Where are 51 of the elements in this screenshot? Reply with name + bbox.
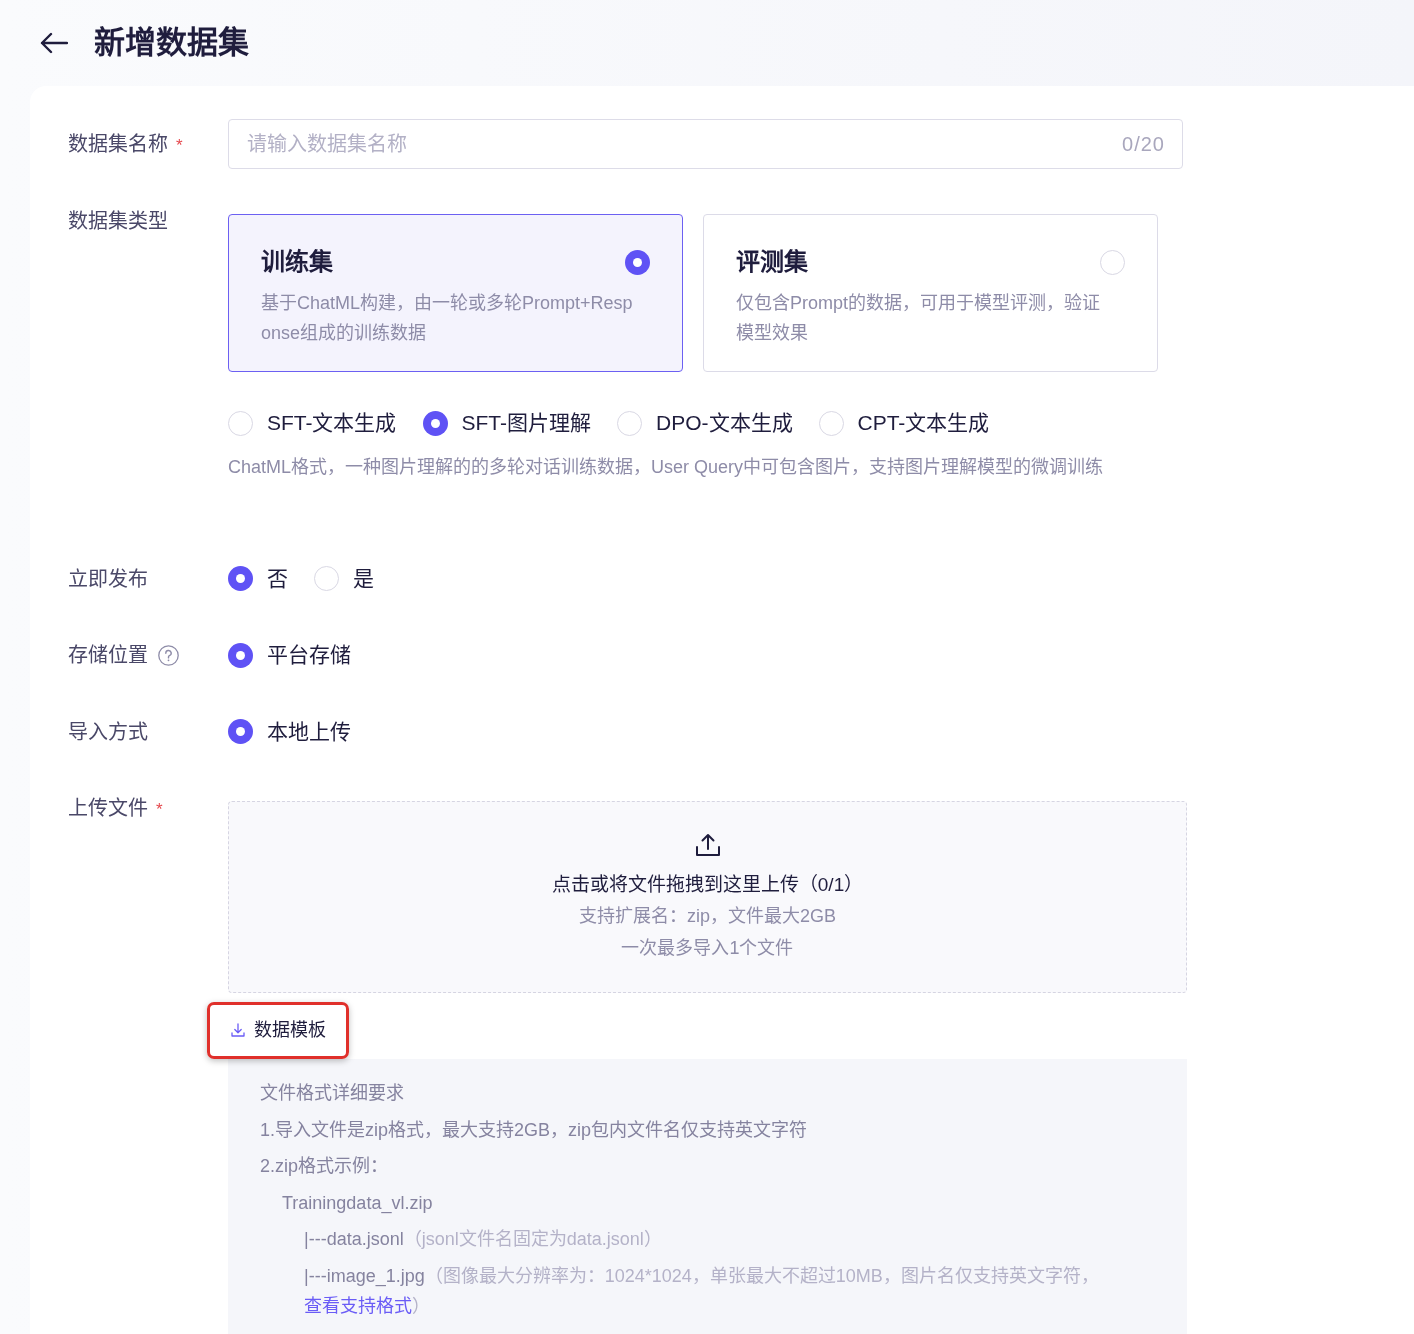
field-label: 导入方式 bbox=[68, 719, 148, 745]
requirements-title: 文件格式详细要求 bbox=[260, 1082, 405, 1105]
char-counter: 0/20 bbox=[1122, 132, 1165, 157]
radio-label[interactable]: 否 bbox=[267, 563, 288, 594]
dataset-type-card[interactable]: 评测集 仅包含Prompt的数据，可用于模型评测，验证模型效果 bbox=[703, 214, 1158, 372]
dataset-type-card[interactable]: 训练集 基于ChatML构建，由一轮或多轮Prompt+Response组成的训练数据 bbox=[228, 214, 683, 372]
radio-button[interactable] bbox=[228, 410, 253, 436]
field-label: 上传文件 bbox=[68, 796, 148, 821]
radio-button[interactable] bbox=[422, 410, 448, 436]
field-label: 数据集名称 bbox=[68, 132, 168, 157]
file-tree-entry: |---data.jsonl（jsonl文件名固定为data.jsonl） bbox=[304, 1228, 663, 1252]
radio-button[interactable] bbox=[228, 566, 253, 591]
download-icon bbox=[231, 1023, 245, 1037]
radio-button[interactable] bbox=[228, 642, 253, 668]
radio-label[interactable]: 平台存储 bbox=[267, 640, 351, 670]
card-description: 基于ChatML构建，由一轮或多轮Prompt+Response组成的训练数据 bbox=[261, 292, 634, 345]
radio-label[interactable]: 是 bbox=[353, 563, 374, 594]
back-arrow-icon[interactable] bbox=[40, 32, 68, 54]
required-mark: * bbox=[156, 800, 163, 820]
page-title: 新增数据集 bbox=[94, 24, 249, 62]
upload-icon bbox=[694, 832, 721, 858]
card-title: 评测集 bbox=[736, 247, 808, 277]
radio-button[interactable] bbox=[617, 410, 642, 436]
radio-label[interactable]: SFT-图片理解 bbox=[461, 408, 591, 438]
upload-dropzone[interactable]: 点击或将文件拖拽到这里上传（0/1） 支持扩展名：zip，文件最大2GB 一次最多导入1个文件 bbox=[228, 801, 1187, 993]
radio-button[interactable] bbox=[1100, 249, 1125, 275]
radio-button[interactable] bbox=[818, 410, 844, 436]
radio-button[interactable] bbox=[314, 566, 339, 591]
radio-label[interactable]: 本地上传 bbox=[267, 716, 351, 747]
radio-button[interactable] bbox=[228, 719, 253, 744]
requirement-text: 2.zip格式示例： bbox=[260, 1155, 390, 1179]
requirement-text: 1.导入文件是zip格式，最大支持2GB，zip包内文件名仅支持英文字符 bbox=[260, 1118, 809, 1142]
upload-hint: 一次最多导入1个文件 bbox=[621, 937, 794, 960]
supported-formats-link[interactable]: 查看支持格式 bbox=[304, 1295, 412, 1316]
field-label: 数据集类型 bbox=[68, 209, 168, 234]
upload-hint: 支持扩展名：zip，文件最大2GB bbox=[579, 905, 836, 928]
file-tree-entry: |---image_1.jpg（图像最大分辨率为：1024*1024，单张最大不超过10MB，图片名仅支持英文字符， 查看支持格式） bbox=[304, 1264, 1100, 1318]
help-icon[interactable] bbox=[158, 644, 179, 666]
radio-label[interactable]: SFT-文本生成 bbox=[267, 408, 397, 438]
radio-button[interactable] bbox=[625, 249, 650, 275]
card-title: 训练集 bbox=[261, 247, 333, 277]
field-label: 立即发布 bbox=[68, 566, 148, 592]
radio-label[interactable]: DPO-文本生成 bbox=[656, 408, 793, 438]
data-template-link[interactable]: 数据模板 bbox=[231, 1016, 326, 1044]
upload-instruction: 点击或将文件拖拽到这里上传（0/1） bbox=[551, 873, 864, 897]
field-label: 存储位置 bbox=[68, 643, 148, 668]
radio-label[interactable]: CPT-文本生成 bbox=[857, 408, 990, 438]
card-description: 仅包含Prompt的数据，可用于模型评测，验证模型效果 bbox=[736, 292, 1102, 345]
subtype-hint: ChatML格式，一种图片理解的的多轮对话训练数据，User Query中可包含图片，支持图片理解模型的微调训练 bbox=[228, 456, 1104, 479]
requirement-text: Trainingdata_vl.zip bbox=[282, 1191, 434, 1216]
required-mark: * bbox=[176, 136, 183, 156]
